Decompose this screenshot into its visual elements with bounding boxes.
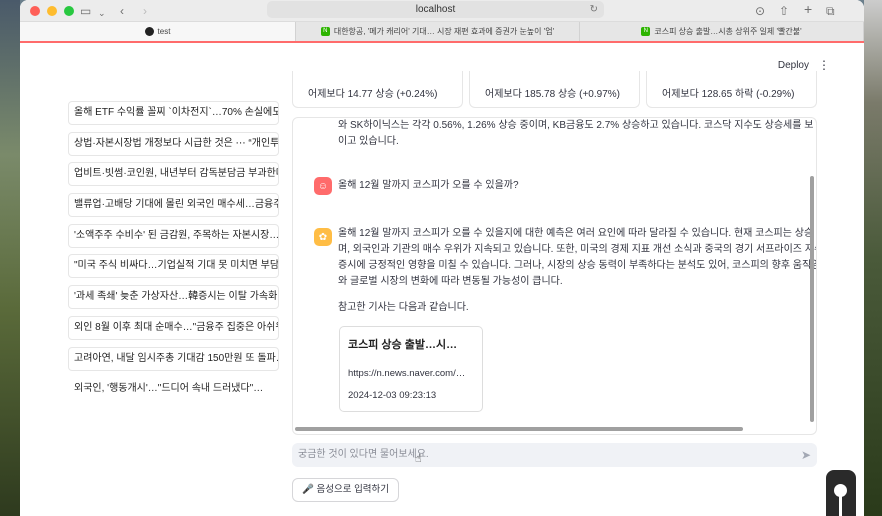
chat-history[interactable]: 와 SK하이닉스는 각각 0.56%, 1.26% 상승 중이며, KB금융도 … [292, 117, 817, 435]
list-item[interactable]: 고려아연, 내달 임시주총 기대감 150만원 또 돌파…경… [68, 346, 279, 371]
tab-test[interactable]: test [20, 22, 296, 41]
list-item[interactable] [68, 79, 279, 93]
title-bar: ▭ ⌄ ‹ › localhost ↻ ⊙ ⇧ + ⧉ [20, 0, 864, 22]
browser-window: ▭ ⌄ ‹ › localhost ↻ ⊙ ⇧ + ⧉ test N 대한항공,… [20, 0, 864, 516]
desktop-wallpaper-right [864, 0, 882, 516]
user-face-icon: ☺ [314, 177, 332, 195]
article-card[interactable]: 코스피 상승 출발…시… https://n.news.naver.com/… … [339, 326, 483, 412]
tab-label: 대한항공, '메가 캐리어' 기대… 시장 재편 효과에 증권가 눈높이 '업' [333, 27, 555, 36]
article-title: 코스피 상승 출발…시… [348, 339, 458, 351]
zoom-window-button[interactable] [64, 5, 74, 16]
list-item[interactable]: 올해 ETF 수익률 꼴찌 `이차전지`…70% 손실에도 … [68, 101, 279, 125]
chat-input-placeholder: 궁금한 것이 있다면 물어보세요. [298, 449, 429, 460]
tab-overview-icon[interactable]: ⧉ [826, 3, 835, 19]
chevron-down-icon[interactable]: ⌄ [98, 5, 106, 21]
list-item[interactable]: 외인 8월 이후 최대 순매수…"금융주 집중은 아쉬워" [68, 315, 279, 340]
mouse-cursor-icon: ☝ [415, 453, 422, 465]
vertical-scrollbar[interactable] [810, 176, 814, 422]
news-list: 올해 ETF 수익률 꼴찌 `이차전지`…70% 손실에도 … 상법·자본시장법… [68, 79, 279, 408]
share-icon[interactable]: ⇧ [779, 3, 789, 19]
metric-card: 어제보다 128.65 하락 (-0.29%) [646, 71, 817, 108]
address-bar[interactable]: localhost ↻ [267, 1, 604, 18]
tab-news-2[interactable]: N 코스피 상승 출발…시총 상위주 일제 '빨간불' [580, 22, 864, 41]
deploy-button[interactable]: Deploy [778, 60, 809, 71]
naver-favicon-icon: N [641, 27, 651, 36]
list-item[interactable]: '소액주주 수비수' 된 금감원, 주목하는 자본시장…재거… [68, 223, 279, 248]
tab-label: test [157, 27, 171, 36]
tab-label: 코스피 상승 출발…시총 상위주 일제 '빨간불' [654, 27, 802, 36]
new-tab-icon[interactable]: + [804, 1, 812, 17]
message-line: 와 SK하이닉스는 각각 0.56%, 1.26% 상승 중이며, KB금융도 … [338, 120, 814, 131]
address-text: localhost [415, 4, 456, 15]
download-icon[interactable]: ⊙ [755, 3, 765, 19]
minimize-window-button[interactable] [47, 5, 57, 16]
list-item[interactable]: "미국 주식 비싸다…기업실적 기대 못 미치면 부담 확대… [68, 254, 279, 279]
reload-icon[interactable]: ↻ [590, 1, 598, 18]
metric-card: 어제보다 14.77 상승 (+0.24%) [292, 71, 463, 108]
naver-favicon-icon: N [320, 27, 330, 36]
streamlit-favicon-icon [144, 27, 154, 36]
index-metrics: 어제보다 14.77 상승 (+0.24%) 어제보다 185.78 상승 (+… [292, 71, 817, 108]
metric-card: 어제보다 185.78 상승 (+0.97%) [469, 71, 640, 108]
window-controls [30, 5, 74, 16]
tab-bar: test N 대한항공, '메가 캐리어' 기대… 시장 재편 효과에 증권가 … [20, 22, 864, 43]
list-item[interactable]: 외국인, '행동개시'…"드디어 속내 드러냈다"… [68, 377, 279, 401]
horizontal-scrollbar[interactable] [295, 427, 743, 431]
tab-news-1[interactable]: N 대한항공, '메가 캐리어' 기대… 시장 재편 효과에 증권가 눈높이 '… [296, 22, 580, 41]
streamlit-status-widget[interactable] [826, 470, 856, 516]
article-date: 2024-12-03 09:23:13 [348, 390, 437, 401]
close-window-button[interactable] [30, 5, 40, 16]
chat-input[interactable]: 궁금한 것이 있다면 물어보세요. ➤ [292, 443, 817, 467]
back-icon[interactable]: ‹ [120, 3, 124, 19]
sidebar-toggle-icon[interactable]: ▭ [80, 3, 91, 19]
list-item[interactable]: 상법·자본시장법 개정보다 시급한 것은 ⋯ “개인투자… [68, 131, 279, 156]
assistant-message-tail: 와 SK하이닉스는 각각 0.56%, 1.26% 상승 중이며, KB금융도 … [338, 118, 813, 150]
status-stem [839, 496, 842, 516]
assistant-message: 올해 12월 말까지 코스피가 오를 수 있을지에 대한 예측은 여러 요인에 … [338, 226, 817, 316]
main-menu-icon[interactable]: ⋮ [818, 58, 830, 72]
article-url[interactable]: https://n.news.naver.com/… [348, 368, 482, 379]
list-item[interactable]: 업비트·빗썸·코인원, 내년부터 감독분담금 부과한다… [68, 162, 279, 187]
voice-input-button[interactable]: 🎤 음성으로 입력하기 [292, 478, 400, 502]
list-item[interactable]: 밸류업·고배당 기대에 몰린 외국인 매수세…금융주 '반… [68, 193, 279, 218]
message-line: 올해 12월 말까지 코스피가 오를 수 있을까? [338, 180, 519, 191]
send-icon[interactable]: ➤ [801, 443, 811, 467]
desktop-wallpaper-left [0, 0, 20, 516]
forward-icon[interactable]: › [143, 3, 147, 19]
message-line: 와 글로벌 시장의 변화에 따라 변동될 가능성이 큽니다. [338, 276, 563, 287]
message-line: 며, 외국인과 기관의 매수 우위가 지속되고 있습니다. 또한, 미국의 경제… [338, 244, 817, 255]
bot-icon: ✿ [314, 228, 332, 246]
chat-area: 어제보다 14.77 상승 (+0.24%) 어제보다 185.78 상승 (+… [292, 71, 817, 502]
message-line: 올해 12월 말까지 코스피가 오를 수 있을지에 대한 예측은 여러 요인에 … [338, 228, 817, 239]
message-line: 증시에 긍정적인 영향을 미칠 수 있습니다. 그러나, 시장의 상승 동력이 … [338, 260, 817, 271]
reference-intro: 참고한 기사는 다음과 같습니다. [338, 302, 469, 313]
list-item[interactable]: '과세 족쇄' 늦춘 가상자산…韓증시는 이탈 가속화… [68, 285, 279, 310]
message-line: 이고 있습니다. [338, 136, 399, 147]
user-message: 올해 12월 말까지 코스피가 오를 수 있을까? [338, 178, 519, 194]
